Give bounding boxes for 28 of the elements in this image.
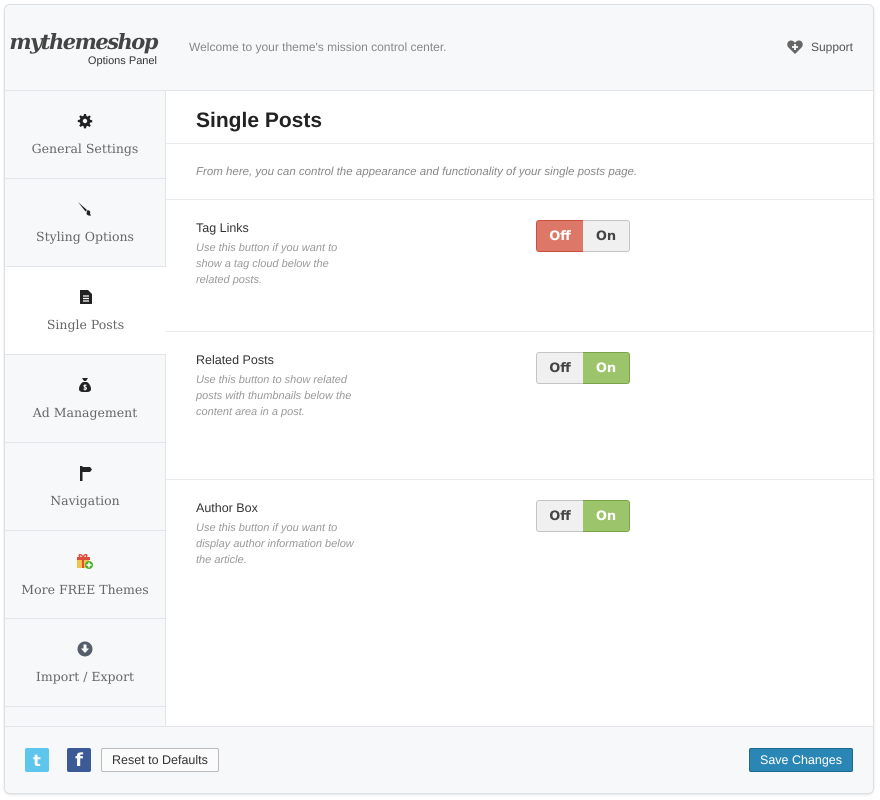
support-link[interactable]: Support — [786, 40, 853, 54]
document-icon — [78, 289, 92, 305]
welcome-text: Welcome to your theme's mission control center. — [189, 40, 448, 54]
option-label: Author Box — [196, 501, 259, 515]
logo-subtitle: Options Panel — [88, 54, 157, 66]
reset-button[interactable]: Reset to Defaults — [101, 748, 219, 772]
option-help-text: Use this button if you want to show a tag cloud below the related posts. — [196, 241, 338, 288]
sidebar-item[interactable]: Single Posts — [5, 267, 166, 355]
gear-icon — [77, 113, 93, 129]
save-button[interactable]: Save Changes — [748, 748, 853, 772]
page-description: From here, you can control the appearance and functionality of your single posts page. — [166, 144, 873, 200]
money-bag-icon — [78, 377, 92, 393]
page-title: Single Posts — [166, 91, 873, 144]
off-toggle-button[interactable]: Off — [536, 500, 583, 532]
option-label: Tag Links — [196, 221, 250, 235]
heart-plus-icon — [786, 40, 803, 54]
gift-icon — [76, 552, 94, 570]
facebook-button[interactable]: f — [67, 748, 91, 772]
off-toggle-button[interactable]: Off — [536, 352, 583, 384]
brush-icon — [77, 201, 93, 217]
option-help-text: Use this button if you want to display author information below the article. — [196, 521, 354, 568]
option-label: Related Posts — [196, 353, 275, 367]
off-toggle-button[interactable]: Off — [536, 220, 583, 252]
logo: mythemeshop — [9, 28, 157, 54]
on-toggle-button[interactable]: On — [583, 220, 630, 252]
option-help-text: Use this button to show related posts with thumbnails below the content area in a post. — [196, 373, 352, 420]
download-icon — [77, 641, 93, 657]
signpost-icon — [77, 465, 93, 481]
